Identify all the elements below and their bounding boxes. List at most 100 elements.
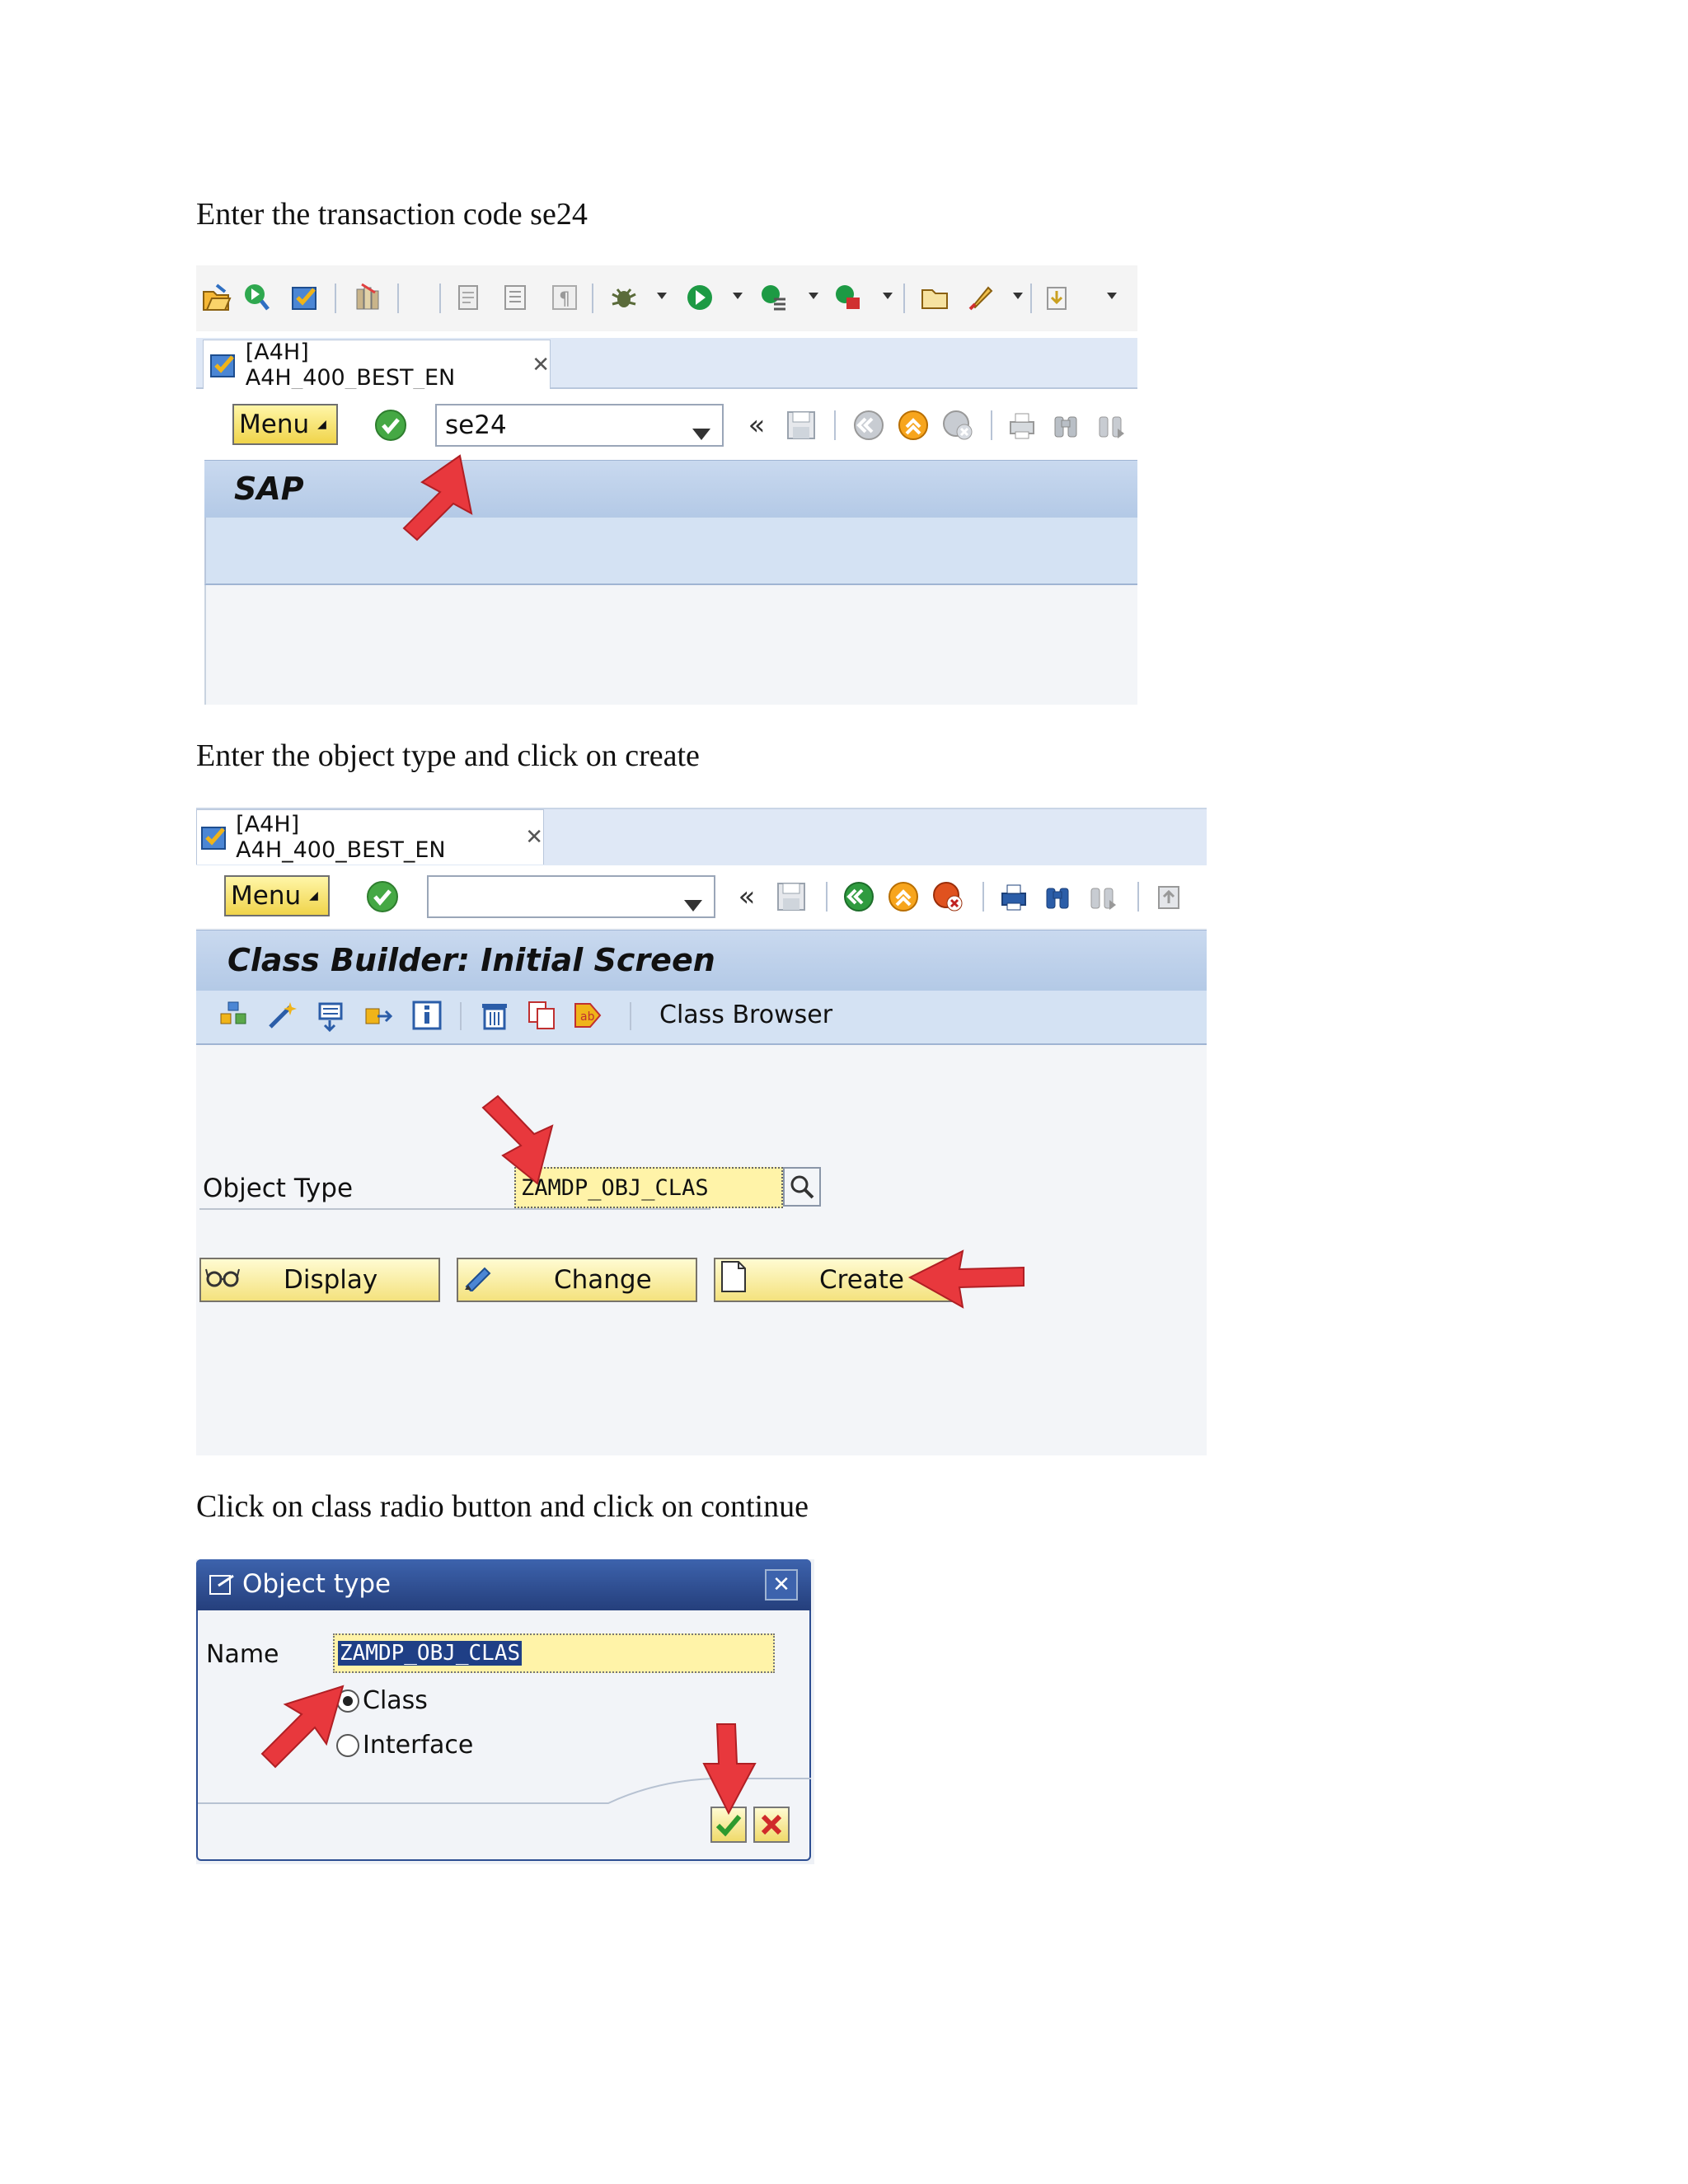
coverage-icon[interactable] [758, 282, 790, 313]
tab-a4h-connection[interactable]: [A4H] A4H_400_BEST_EN ✕ [196, 809, 544, 865]
delete-icon[interactable] [476, 997, 513, 1033]
change-button[interactable]: Change [457, 1258, 697, 1302]
annotation-arrow-continue [702, 1723, 757, 1816]
find-next-icon[interactable] [1093, 407, 1129, 443]
books-icon[interactable] [353, 282, 384, 313]
class-browser-button[interactable]: Class Browser [659, 1001, 832, 1029]
rename-icon[interactable]: ab [570, 997, 607, 1033]
svg-text:ab: ab [580, 1010, 595, 1024]
dropdown-chevron-icon[interactable] [732, 290, 743, 302]
label-underline [199, 1208, 710, 1210]
magic-wand-icon[interactable] [264, 997, 300, 1033]
exit-icon[interactable] [885, 879, 921, 915]
name-label: Name [206, 1640, 279, 1669]
exit-icon[interactable] [895, 407, 931, 443]
annotation-arrow-command-field [402, 454, 473, 541]
enter-check-icon[interactable] [373, 407, 409, 443]
screen-body [204, 585, 1137, 705]
close-tab-icon[interactable]: ✕ [532, 353, 550, 377]
dialog-close-icon[interactable]: ✕ [765, 1569, 798, 1601]
external-tools-icon[interactable] [832, 282, 864, 313]
sap-title-bar: Class Builder: Initial Screen [196, 930, 1207, 992]
object-type-label: Object Type [203, 1174, 354, 1203]
next-annotation-icon[interactable] [1042, 282, 1073, 313]
command-field-value: se24 [445, 410, 507, 440]
save-icon[interactable] [773, 879, 809, 915]
menu-button[interactable]: Menu ◢ [224, 875, 330, 916]
dialog-header: Object type ✕ [196, 1559, 811, 1610]
new-document-icon [719, 1260, 748, 1300]
open-project-icon[interactable] [920, 282, 951, 313]
find-icon[interactable] [1048, 407, 1085, 443]
dropdown-chevron-icon[interactable] [882, 290, 893, 302]
name-value-selected: ZAMDP_OBJ_CLAS [338, 1641, 523, 1666]
run-icon[interactable] [241, 282, 272, 313]
tab-label: [A4H] A4H_400_BEST_EN [245, 340, 456, 391]
back-icon[interactable] [851, 407, 887, 443]
svg-text:¶: ¶ [559, 289, 570, 310]
value-help-search-icon[interactable] [783, 1167, 821, 1207]
copy-icon[interactable] [524, 997, 560, 1033]
annotation-arrow-object-type [481, 1094, 554, 1185]
print-icon[interactable] [996, 879, 1032, 915]
dropdown-chevron-icon[interactable] [1012, 290, 1024, 302]
sap-connection-icon [199, 821, 231, 854]
dialog-title: Object type [242, 1569, 392, 1599]
print-icon[interactable] [1004, 407, 1040, 443]
annotation-arrow-create [907, 1249, 1025, 1309]
command-field[interactable]: se24 [435, 404, 724, 447]
caption-step-3: Click on class radio button and click on… [196, 1489, 809, 1524]
screen-title: Class Builder: Initial Screen [227, 942, 715, 978]
screenshot-se24: ¶ [A4H] A4H_400_BEST_EN ✕ Menu ◢ se24 « … [196, 265, 1137, 705]
save-icon[interactable] [783, 407, 819, 443]
display-label: Display [284, 1265, 378, 1295]
find-next-icon[interactable] [1085, 879, 1121, 915]
dropdown-chevron-icon[interactable] [808, 290, 819, 302]
debug-icon[interactable] [608, 282, 640, 313]
screenshot-class-builder: [A4H] A4H_400_BEST_EN ✕ Menu ◢ « Class B… [196, 808, 1207, 1455]
sap-title-bar: SAP [204, 460, 1137, 519]
pencil-icon [462, 1262, 495, 1298]
rocket-icon[interactable] [966, 282, 997, 313]
dropdown-chevron-icon[interactable] [1106, 290, 1118, 302]
command-field[interactable] [427, 875, 715, 918]
eclipse-toolbar: ¶ [196, 265, 1137, 331]
transport-icon[interactable] [453, 282, 485, 313]
paragraph-icon[interactable]: ¶ [549, 282, 580, 313]
name-input[interactable]: ZAMDP_OBJ_CLAS [333, 1633, 775, 1673]
play-icon[interactable] [684, 282, 715, 313]
sap-logon-icon[interactable] [290, 282, 321, 313]
cancel-icon[interactable] [930, 879, 966, 915]
caption-step-1: Enter the transaction code se24 [196, 197, 588, 232]
menu-button[interactable]: Menu ◢ [232, 404, 338, 445]
menu-chevron-icon: ◢ [309, 889, 318, 902]
caption-step-2: Enter the object type and click on creat… [196, 738, 700, 773]
command-dropdown-icon[interactable] [684, 888, 702, 918]
first-page-icon[interactable] [1151, 879, 1187, 915]
class-radio-option[interactable]: Class [336, 1686, 428, 1715]
menu-label: Menu [231, 881, 302, 911]
annotation-arrow-class-radio [260, 1685, 345, 1769]
application-toolbar-area [204, 518, 1137, 585]
object-list-icon[interactable] [216, 997, 252, 1033]
find-icon[interactable] [1040, 879, 1076, 915]
menu-label: Menu [239, 410, 310, 439]
where-used-icon[interactable] [313, 997, 349, 1033]
collapse-chevrons-icon[interactable]: « [732, 880, 762, 913]
transport-arrow-icon[interactable] [361, 997, 397, 1033]
tab-a4h-connection[interactable]: [A4H] A4H_400_BEST_EN ✕ [203, 340, 551, 391]
command-dropdown-icon[interactable] [692, 417, 710, 447]
dropdown-chevron-icon[interactable] [656, 290, 668, 302]
sap-connection-icon [209, 349, 241, 382]
interface-radio-option[interactable]: Interface [336, 1731, 473, 1760]
collapse-chevrons-icon[interactable]: « [742, 409, 771, 442]
list-icon[interactable] [499, 282, 531, 313]
dialog-window-icon [208, 1571, 237, 1599]
info-icon[interactable] [409, 997, 445, 1033]
open-folder-icon[interactable] [201, 282, 232, 313]
cancel-icon[interactable] [940, 407, 976, 443]
display-button[interactable]: Display [199, 1258, 440, 1302]
enter-check-icon[interactable] [364, 879, 401, 915]
back-icon[interactable] [841, 879, 877, 915]
close-tab-icon[interactable]: ✕ [525, 825, 543, 850]
